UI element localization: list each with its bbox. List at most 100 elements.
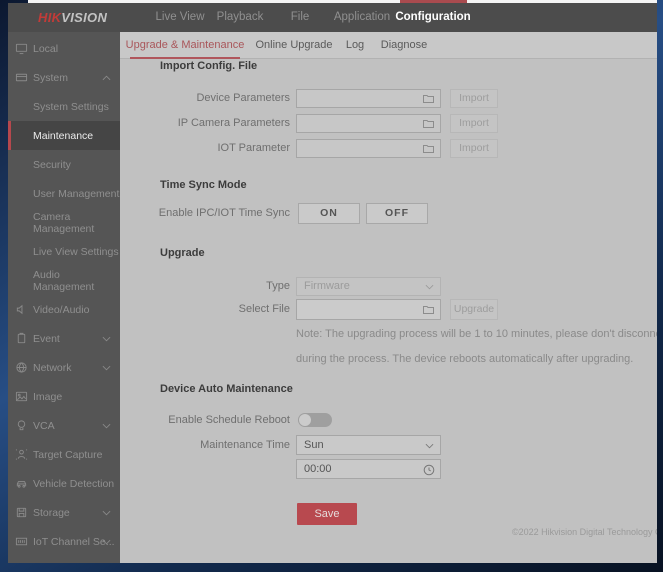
schedule-reboot-toggle[interactable]	[298, 413, 332, 427]
section-title-auto-maintenance: Device Auto Maintenance	[160, 383, 293, 395]
ip-camera-parameters-file-input[interactable]	[296, 114, 441, 133]
app-window: HIKVISION Live View Playback File Applic…	[0, 0, 663, 572]
app-header: HIKVISION Live View Playback File Applic…	[8, 3, 657, 32]
sidebar-item-live-view-settings[interactable]: Live View Settings	[8, 237, 120, 266]
section-title-time-sync: Time Sync Mode	[160, 179, 247, 191]
iot-parameter-label: IOT Parameter	[217, 142, 290, 154]
sidebar-item-security[interactable]: Security	[8, 150, 120, 179]
sidebar-item-label: Vehicle Detection	[33, 477, 115, 490]
time-sync-off-button[interactable]: OFF	[366, 203, 428, 224]
speaker-icon	[15, 303, 28, 316]
sidebar-item-network[interactable]: Network	[8, 353, 120, 382]
sidebar-item-audio-management[interactable]: Audio Management	[8, 266, 120, 295]
logo-vision: VISION	[61, 10, 108, 25]
folder-icon[interactable]	[422, 304, 435, 315]
chevron-down-icon	[102, 510, 111, 516]
sidebar-item-system[interactable]: System	[8, 63, 120, 92]
toggle-knob	[299, 414, 311, 426]
main-content: Upgrade & Maintenance Online Upgrade Log…	[120, 32, 657, 563]
chevron-up-icon	[102, 75, 111, 81]
sidebar-item-label: Audio Management	[33, 268, 95, 293]
nav-application[interactable]: Application	[334, 3, 390, 32]
tab-bar: Upgrade & Maintenance Online Upgrade Log…	[120, 32, 657, 59]
maintenance-time-value: 00:00	[304, 463, 332, 475]
select-file-label: Select File	[238, 303, 290, 315]
nav-configuration[interactable]: Configuration	[395, 3, 470, 32]
maintenance-time-input[interactable]: 00:00	[296, 459, 441, 479]
chevron-down-icon	[425, 284, 434, 290]
active-tab-underline	[130, 57, 240, 59]
sidebar-item-label: Target Capture	[33, 448, 103, 461]
sidebar-item-label: System	[33, 71, 69, 84]
sidebar-item-local[interactable]: Local	[8, 34, 120, 63]
folder-icon[interactable]	[422, 93, 435, 104]
sidebar-item-label: Camera Management	[33, 210, 95, 235]
upgrade-note-line2: during the process. The device reboots a…	[296, 353, 634, 365]
maintenance-day-select[interactable]: Sun	[296, 435, 441, 455]
upgrade-type-value: Firmware	[304, 280, 350, 292]
device-parameters-file-input[interactable]	[296, 89, 441, 108]
type-label: Type	[266, 280, 290, 292]
tab-log[interactable]: Log	[346, 32, 364, 59]
sidebar-item-label: VCA	[33, 419, 55, 432]
sidebar-item-label: Event	[33, 332, 60, 345]
hikvision-logo: HIKVISION	[38, 10, 107, 25]
clipboard-icon	[15, 332, 28, 345]
chevron-down-icon	[102, 365, 111, 371]
chevron-down-icon	[102, 539, 111, 545]
upgrade-button[interactable]: Upgrade	[450, 299, 498, 320]
device-parameters-label: Device Parameters	[196, 92, 290, 104]
folder-icon[interactable]	[422, 118, 435, 129]
sidebar-item-label: System Settings	[33, 100, 109, 113]
chevron-down-icon	[102, 423, 111, 429]
section-title-import-config: Import Config. File	[160, 60, 258, 72]
tab-diagnose[interactable]: Diagnose	[381, 32, 427, 59]
sidebar-item-target-capture[interactable]: Target Capture	[8, 440, 120, 469]
sidebar-item-system-settings[interactable]: System Settings	[8, 92, 120, 121]
sidebar-item-label: Image	[33, 390, 63, 403]
monitor-icon	[15, 42, 28, 55]
logo-hik: HIK	[38, 10, 62, 25]
folder-icon[interactable]	[422, 143, 435, 154]
sidebar-item-label: Storage	[33, 506, 70, 519]
import-iot-parameter-button[interactable]: Import	[450, 139, 498, 158]
import-ip-camera-parameters-button[interactable]: Import	[450, 114, 498, 133]
sidebar-item-iot-channel[interactable]: IoT Channel Se...	[8, 527, 120, 556]
copyright-footer: ©2022 Hikvision Digital Technology Co., …	[512, 527, 657, 537]
image-icon	[15, 390, 28, 403]
sidebar-item-event[interactable]: Event	[8, 324, 120, 353]
save-button[interactable]: Save	[297, 503, 357, 525]
nav-file[interactable]: File	[291, 3, 310, 32]
section-title-upgrade: Upgrade	[160, 247, 205, 259]
upgrade-file-input[interactable]	[296, 299, 441, 320]
sidebar-item-vca[interactable]: VCA	[8, 411, 120, 440]
iot-parameter-file-input[interactable]	[296, 139, 441, 158]
iot-grid-icon	[15, 535, 28, 548]
sidebar-item-camera-management[interactable]: Camera Management	[8, 208, 120, 237]
import-device-parameters-button[interactable]: Import	[450, 89, 498, 108]
time-sync-on-button[interactable]: ON	[298, 203, 360, 224]
upgrade-type-select[interactable]: Firmware	[296, 277, 441, 296]
sidebar-item-label: Local	[33, 42, 59, 55]
sidebar-item-video-audio[interactable]: Video/Audio	[8, 295, 120, 324]
sidebar-item-image[interactable]: Image	[8, 382, 120, 411]
tab-online-upgrade[interactable]: Online Upgrade	[255, 32, 332, 59]
enable-schedule-reboot-label: Enable Schedule Reboot	[168, 414, 290, 426]
clock-icon[interactable]	[423, 464, 435, 476]
sidebar-item-vehicle-detection[interactable]: Vehicle Detection	[8, 469, 120, 498]
chevron-down-icon	[102, 336, 111, 342]
sidebar-item-user-management[interactable]: User Management	[8, 179, 120, 208]
sidebar-item-storage[interactable]: Storage	[8, 498, 120, 527]
chevron-down-icon	[425, 443, 434, 449]
sidebar-item-label: Maintenance	[33, 129, 94, 142]
bulb-icon	[15, 419, 28, 432]
nav-playback[interactable]: Playback	[217, 3, 264, 32]
tab-upgrade-maintenance[interactable]: Upgrade & Maintenance	[126, 32, 245, 59]
sidebar-item-maintenance[interactable]: Maintenance	[8, 121, 120, 150]
sidebar-item-label: Security	[33, 158, 71, 171]
car-icon	[15, 477, 28, 490]
person-target-icon	[15, 448, 28, 461]
sidebar-item-label: User Management	[33, 187, 120, 200]
nav-live-view[interactable]: Live View	[155, 3, 204, 32]
maintenance-time-label: Maintenance Time	[200, 439, 290, 451]
